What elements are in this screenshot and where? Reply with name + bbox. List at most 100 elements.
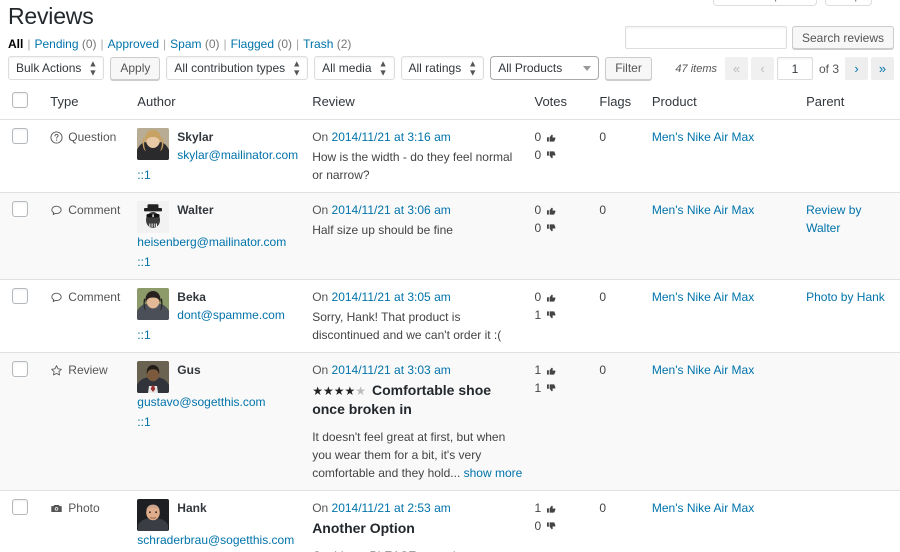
divider: |: [27, 37, 30, 51]
star-filled-icon: ★: [334, 384, 345, 398]
reviews-admin-page: Screen Options Help Reviews All|Pending …: [0, 0, 900, 552]
product-link[interactable]: Men's Nike Air Max: [652, 130, 754, 144]
review-body: Half size up should be fine: [312, 221, 524, 239]
status-link-approved[interactable]: Approved: [108, 37, 159, 51]
votes-cell: 1 0: [534, 491, 599, 552]
thumbs-up-icon: [546, 503, 557, 514]
row-select-cell: [0, 193, 50, 280]
table-row[interactable]: Photo Hank schraderbrau@sogetthis.com ::…: [0, 491, 900, 552]
votes-down: 0: [534, 146, 589, 164]
select-all-checkbox[interactable]: [12, 92, 28, 108]
products-select[interactable]: All Products: [490, 56, 599, 80]
thumbs-down-icon: [546, 223, 557, 234]
votes-cell: 0 1: [534, 280, 599, 353]
author-ip-link[interactable]: ::1: [137, 164, 302, 184]
divider: |: [163, 37, 166, 51]
votes-up-count: 1: [534, 499, 541, 517]
question-circle-icon: [50, 131, 63, 144]
product-link[interactable]: Men's Nike Air Max: [652, 363, 754, 377]
row-select-cell: [0, 280, 50, 353]
filter-button[interactable]: Filter: [605, 57, 652, 80]
first-page-button[interactable]: «: [725, 57, 748, 80]
product-link[interactable]: Men's Nike Air Max: [652, 290, 754, 304]
ratings-label: All ratings: [409, 61, 462, 75]
star-outline-icon: [50, 364, 63, 377]
status-link-spam[interactable]: Spam: [170, 37, 201, 51]
contribution-types-label: All contribution types: [174, 61, 285, 75]
row-checkbox[interactable]: [12, 361, 28, 377]
search-reviews-button[interactable]: Search reviews: [792, 26, 894, 49]
status-link-trash[interactable]: Trash: [303, 37, 333, 51]
status-link-pending[interactable]: Pending: [34, 37, 78, 51]
author-name: Gus: [177, 363, 200, 377]
review-date-link[interactable]: 2014/11/21 at 3:16 am: [332, 130, 451, 144]
author-ip-link[interactable]: ::1: [137, 324, 302, 344]
table-row[interactable]: Question Skylar skylar@mailinator.com ::…: [0, 120, 900, 193]
divider: |: [224, 37, 227, 51]
status-link-all[interactable]: All: [8, 37, 23, 51]
column-header-author[interactable]: Author: [137, 84, 312, 120]
row-checkbox[interactable]: [12, 128, 28, 144]
review-date-link[interactable]: 2014/11/21 at 2:53 am: [332, 501, 451, 515]
type-label: Comment: [68, 201, 120, 219]
author-ip-link[interactable]: ::1: [137, 251, 302, 271]
flags-cell: 0: [599, 120, 652, 193]
column-header-review[interactable]: Review: [312, 84, 534, 120]
avatar: [137, 361, 169, 393]
review-date-link[interactable]: 2014/11/21 at 3:06 am: [332, 203, 451, 217]
filters-group: Bulk Actions ▲▼ Apply All contribution t…: [8, 56, 652, 80]
review-cell: On 2014/11/21 at 3:03 am ★★★★★Comfortabl…: [312, 353, 534, 491]
media-select[interactable]: All media ▲▼: [314, 56, 394, 80]
contribution-types-select[interactable]: All contribution types ▲▼: [166, 56, 308, 80]
updown-arrows-icon: ▲▼: [292, 60, 301, 77]
flags-count: 0: [599, 203, 606, 217]
flags-cell: 0: [599, 280, 652, 353]
product-link[interactable]: Men's Nike Air Max: [652, 203, 754, 217]
column-header-type[interactable]: Type: [50, 84, 137, 120]
divider: |: [296, 37, 299, 51]
author-ip-link[interactable]: ::1: [137, 411, 302, 431]
votes-up-count: 0: [534, 201, 541, 219]
help-tab[interactable]: Help: [825, 0, 872, 6]
table-row[interactable]: Comment Walter heisenberg@mailinator.com…: [0, 193, 900, 280]
ratings-select[interactable]: All ratings ▲▼: [401, 56, 485, 80]
flags-count: 0: [599, 501, 606, 515]
row-select-cell: [0, 491, 50, 552]
review-date-link[interactable]: 2014/11/21 at 3:03 am: [332, 363, 451, 377]
parent-link[interactable]: Photo by Hank: [806, 290, 885, 304]
column-header-parent[interactable]: Parent: [806, 84, 900, 120]
review-date-link[interactable]: 2014/11/21 at 3:05 am: [332, 290, 451, 304]
votes-cell: 1 1: [534, 353, 599, 491]
search-input[interactable]: [625, 26, 787, 49]
table-row[interactable]: Comment Beka dont@spamme.com ::1 On 2014…: [0, 280, 900, 353]
screen-options-tab[interactable]: Screen Options: [713, 0, 818, 6]
flags-count: 0: [599, 290, 606, 304]
product-link[interactable]: Men's Nike Air Max: [652, 501, 754, 515]
bulk-actions-select[interactable]: Bulk Actions ▲▼: [8, 56, 104, 80]
product-cell: Men's Nike Air Max: [652, 280, 806, 353]
status-link-flagged[interactable]: Flagged: [231, 37, 274, 51]
next-page-button[interactable]: ›: [845, 57, 868, 80]
column-header-product[interactable]: Product: [652, 84, 806, 120]
column-header-flags[interactable]: Flags: [599, 84, 652, 120]
parent-cell: Photo by Hank: [806, 280, 900, 353]
apply-button[interactable]: Apply: [110, 57, 160, 80]
row-checkbox[interactable]: [12, 201, 28, 217]
prev-page-button[interactable]: ‹: [751, 57, 774, 80]
show-more-link[interactable]: show more: [464, 466, 523, 480]
votes-up: 0: [534, 288, 589, 306]
parent-link[interactable]: Review by Walter: [806, 203, 861, 235]
thumbs-down-icon: [546, 383, 557, 394]
table-row[interactable]: Review Gus gustavo@sogetthis.com ::1 On …: [0, 353, 900, 491]
review-title-row: ★★★★★Comfortable shoe once broken in: [312, 381, 524, 419]
last-page-button[interactable]: »: [871, 57, 894, 80]
current-page-input[interactable]: [777, 57, 813, 80]
review-body: Could you PLEASE carry these instead??: [312, 547, 524, 552]
votes-up-count: 1: [534, 361, 541, 379]
row-checkbox[interactable]: [12, 499, 28, 515]
row-checkbox[interactable]: [12, 288, 28, 304]
column-header-votes[interactable]: Votes: [534, 84, 599, 120]
review-title: Another Option: [312, 520, 415, 536]
votes-down-count: 0: [534, 146, 541, 164]
flags-count: 0: [599, 363, 606, 377]
